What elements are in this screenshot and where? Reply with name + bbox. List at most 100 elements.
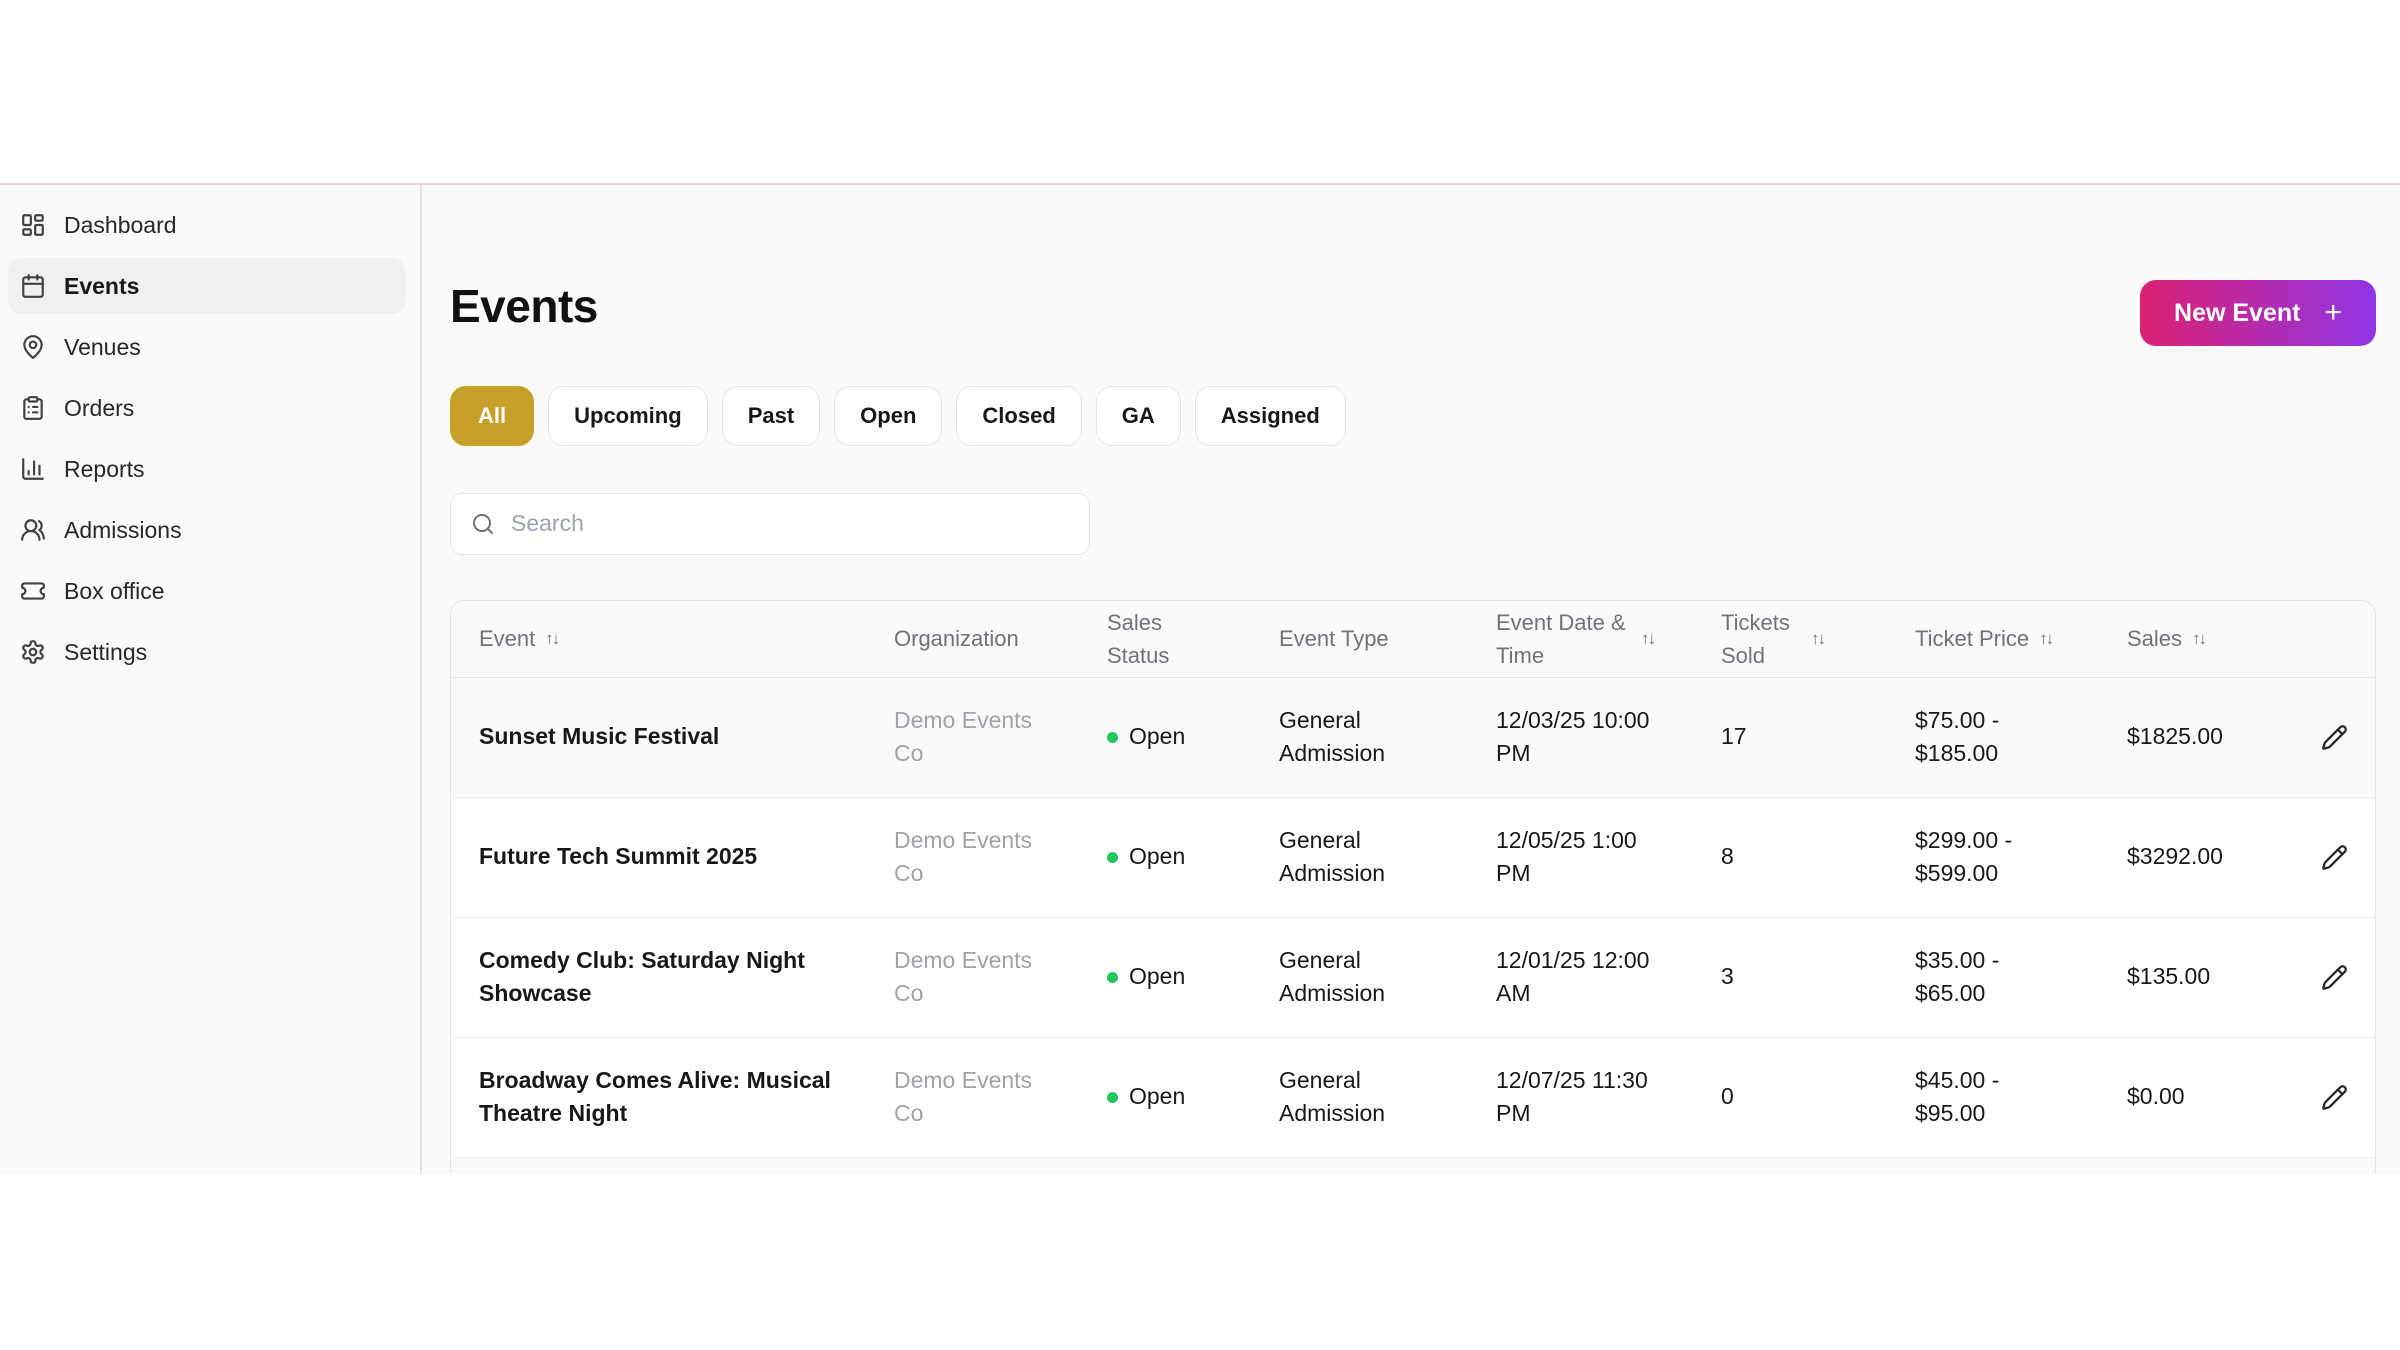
event-datetime: 12/01/25 12:00 AM bbox=[1496, 946, 1650, 1007]
open-status-dot-icon bbox=[1107, 971, 1118, 983]
organization: Demo Events Co bbox=[894, 706, 1033, 767]
clipboard-icon bbox=[20, 395, 46, 421]
filter-upcoming[interactable]: Upcoming bbox=[548, 385, 708, 446]
page-title: Events bbox=[450, 280, 598, 332]
edit-event-button[interactable] bbox=[2315, 958, 2354, 997]
pencil-icon bbox=[2321, 724, 2347, 750]
sales-amount: $135.00 bbox=[2127, 963, 2211, 990]
app-window: Dashboard Events Venues Orders Reports A… bbox=[0, 185, 2400, 1174]
event-name: Future Tech Summit 2025 bbox=[479, 843, 758, 870]
ticket-price: $75.00 - $185.00 bbox=[1915, 706, 2000, 767]
pencil-icon bbox=[2321, 1084, 2347, 1110]
event-type: General Admission bbox=[1279, 706, 1386, 767]
page: Dashboard Events Venues Orders Reports A… bbox=[0, 0, 2400, 1350]
search-icon bbox=[473, 513, 493, 534]
sales-status: Open bbox=[1129, 723, 1186, 750]
open-status-dot-icon bbox=[1107, 851, 1118, 863]
column-header-event[interactable]: Event ↑↓ bbox=[479, 626, 894, 652]
column-header-event-date-time[interactable]: Event Date & Time ↑↓ bbox=[1496, 606, 1721, 672]
gear-icon bbox=[20, 639, 46, 665]
sort-arrows-icon: ↑↓ bbox=[1641, 628, 1656, 648]
column-label: Ticket Price bbox=[1915, 625, 2030, 651]
filter-closed[interactable]: Closed bbox=[956, 385, 1082, 446]
sidebar-item-admissions[interactable]: Admissions bbox=[8, 502, 406, 558]
event-datetime: 12/05/25 1:00 PM bbox=[1496, 826, 1637, 887]
table-row[interactable]: Future Tech Summit 2025 Demo Events Co O… bbox=[451, 797, 2375, 918]
sort-arrows-icon: ↑↓ bbox=[1811, 628, 1826, 648]
column-label: Event Type bbox=[1279, 625, 1389, 651]
pencil-icon bbox=[2321, 844, 2347, 870]
sales-status: Open bbox=[1129, 1083, 1186, 1110]
tickets-sold: 3 bbox=[1721, 963, 1734, 990]
tickets-sold: 0 bbox=[1721, 1083, 1734, 1110]
event-type: General Admission bbox=[1279, 826, 1386, 887]
organization: Demo Events Co bbox=[894, 1066, 1033, 1127]
table-bottom-strip bbox=[451, 1157, 2375, 1174]
search-input[interactable] bbox=[509, 509, 1069, 539]
filter-pills: All Upcoming Past Open Closed GA Assigne… bbox=[450, 385, 2376, 446]
table-row[interactable]: Sunset Music Festival Demo Events Co Ope… bbox=[451, 677, 2375, 798]
calendar-icon bbox=[20, 273, 46, 299]
sidebar-item-orders[interactable]: Orders bbox=[8, 380, 406, 436]
sales-amount: $3292.00 bbox=[2127, 843, 2223, 870]
sidebar-item-box-office[interactable]: Box office bbox=[8, 563, 406, 619]
event-datetime: 12/03/25 10:00 PM bbox=[1496, 706, 1650, 767]
table-body: Sunset Music Festival Demo Events Co Ope… bbox=[451, 677, 2375, 1158]
ticket-price: $35.00 - $65.00 bbox=[1915, 946, 2000, 1007]
tickets-sold: 17 bbox=[1721, 723, 1747, 750]
column-header-ticket-price[interactable]: Ticket Price ↑↓ bbox=[1915, 626, 2127, 652]
filter-ga[interactable]: GA bbox=[1095, 385, 1181, 446]
sidebar-item-reports[interactable]: Reports bbox=[8, 441, 406, 497]
search-box bbox=[450, 492, 1090, 555]
organization: Demo Events Co bbox=[894, 826, 1033, 887]
edit-event-button[interactable] bbox=[2315, 1078, 2354, 1117]
tickets-sold: 8 bbox=[1721, 843, 1734, 870]
users-icon bbox=[20, 517, 46, 543]
edit-event-button[interactable] bbox=[2315, 838, 2354, 877]
events-table: Event ↑↓ Organization Sales Status Event… bbox=[450, 599, 2376, 1174]
dashboard-icon bbox=[20, 212, 46, 238]
map-pin-icon bbox=[20, 334, 46, 360]
event-type: General Admission bbox=[1279, 1066, 1386, 1127]
column-header-event-type: Event Type bbox=[1279, 626, 1496, 652]
column-label: Event Date & Time bbox=[1496, 609, 1626, 668]
event-name: Sunset Music Festival bbox=[479, 723, 720, 750]
column-header-sales-status: Sales Status bbox=[1107, 606, 1279, 672]
sales-amount: $0.00 bbox=[2127, 1083, 2185, 1110]
new-event-button[interactable]: New Event + bbox=[2140, 280, 2376, 346]
column-header-tickets-sold[interactable]: Tickets Sold ↑↓ bbox=[1721, 606, 1915, 672]
ticket-price: $45.00 - $95.00 bbox=[1915, 1066, 2000, 1127]
sidebar-item-venues[interactable]: Venues bbox=[8, 319, 406, 375]
event-name: Comedy Club: Saturday Night Showcase bbox=[479, 946, 805, 1007]
filter-past[interactable]: Past bbox=[721, 385, 821, 446]
main-content: New Event + Events All Upcoming Past Ope… bbox=[422, 185, 2400, 1174]
sales-amount: $1825.00 bbox=[2127, 723, 2223, 750]
event-type: General Admission bbox=[1279, 946, 1386, 1007]
edit-event-button[interactable] bbox=[2315, 718, 2354, 757]
open-status-dot-icon bbox=[1107, 1091, 1118, 1103]
table-row[interactable]: Comedy Club: Saturday Night Showcase Dem… bbox=[451, 917, 2375, 1038]
event-name: Broadway Comes Alive: Musical Theatre Ni… bbox=[479, 1066, 831, 1127]
sidebar-item-settings[interactable]: Settings bbox=[8, 624, 406, 680]
table-row[interactable]: Broadway Comes Alive: Musical Theatre Ni… bbox=[451, 1037, 2375, 1158]
sales-status: Open bbox=[1129, 963, 1186, 990]
column-label: Sales Status bbox=[1107, 609, 1170, 668]
column-header-organization: Organization bbox=[894, 626, 1107, 652]
open-status-dot-icon bbox=[1107, 731, 1118, 743]
sort-arrows-icon: ↑↓ bbox=[2039, 628, 2054, 648]
filter-assigned[interactable]: Assigned bbox=[1194, 385, 1346, 446]
sidebar-nav-list: Dashboard Events Venues Orders Reports A… bbox=[8, 197, 406, 680]
filter-open[interactable]: Open bbox=[834, 385, 943, 446]
sidebar-item-events[interactable]: Events bbox=[8, 258, 406, 314]
sort-arrows-icon: ↑↓ bbox=[2192, 628, 2207, 648]
sales-status: Open bbox=[1129, 843, 1186, 870]
column-label: Event bbox=[479, 625, 536, 651]
column-label: Organization bbox=[894, 625, 1019, 651]
column-header-sales[interactable]: Sales ↑↓ bbox=[2127, 626, 2306, 652]
bar-chart-icon bbox=[20, 456, 46, 482]
sidebar-item-dashboard[interactable]: Dashboard bbox=[8, 197, 406, 253]
new-event-label: New Event bbox=[2174, 298, 2301, 327]
event-datetime: 12/07/25 11:30 PM bbox=[1496, 1066, 1648, 1127]
filter-all[interactable]: All bbox=[450, 385, 535, 446]
ticket-price: $299.00 - $599.00 bbox=[1915, 826, 2013, 887]
